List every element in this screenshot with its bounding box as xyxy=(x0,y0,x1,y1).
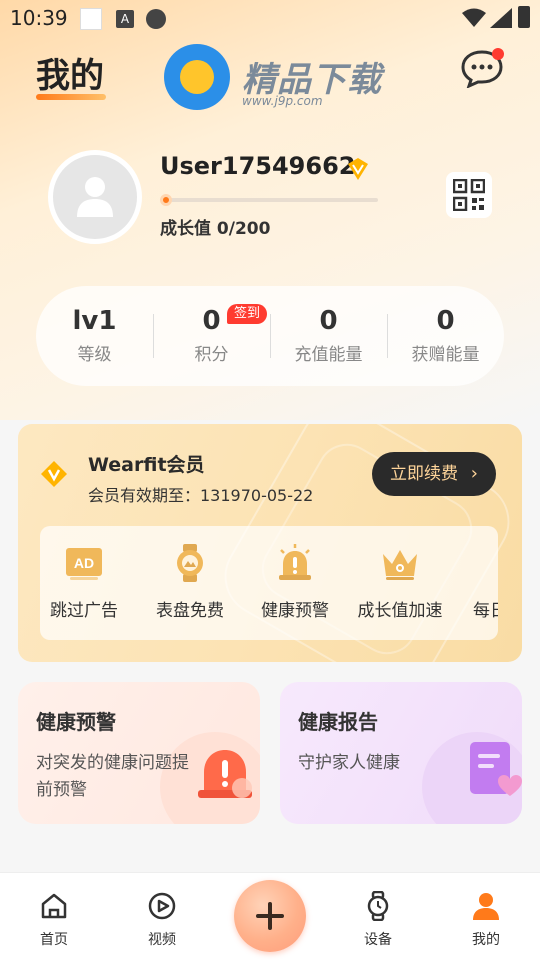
circle-notification-icon xyxy=(146,9,166,29)
card-title: 健康报告 xyxy=(298,710,378,734)
tab-label: 我的 xyxy=(472,932,500,948)
tab-label: 首页 xyxy=(40,932,68,948)
status-time: 10:39 xyxy=(10,6,68,30)
growth-progress-indicator xyxy=(160,194,172,206)
user-placeholder-icon xyxy=(77,177,113,217)
plus-icon xyxy=(256,902,284,930)
stat-label: 获赠能量 xyxy=(411,345,480,365)
benefit-free-watch-face[interactable]: 表盘免费 xyxy=(138,544,242,621)
stat-label: 充值能量 xyxy=(294,345,363,365)
stat-label: 等级 xyxy=(77,345,112,365)
benefit-label: 表盘免费 xyxy=(156,601,224,621)
tab-video[interactable]: 视频 xyxy=(122,891,202,949)
benefit-growth-boost[interactable]: 成长值加速 xyxy=(348,544,452,621)
stat-value: lv1 xyxy=(72,306,117,336)
a-notification-icon: A xyxy=(116,10,134,28)
benefit-label: 跳过广告 xyxy=(50,601,118,621)
add-button[interactable] xyxy=(234,880,306,952)
stat-recharge-energy[interactable]: 0 充值能量 xyxy=(270,306,387,365)
qr-code-icon xyxy=(453,179,485,211)
tab-mine[interactable]: 我的 xyxy=(446,891,526,949)
stat-level[interactable]: lv1 等级 xyxy=(36,306,153,365)
stat-gift-energy[interactable]: 0 获赠能量 xyxy=(387,306,504,365)
renew-button[interactable]: 立即续费 › xyxy=(372,452,496,496)
member-vip-icon xyxy=(41,461,67,487)
stat-value: 0 xyxy=(436,306,455,336)
vip-badge-icon xyxy=(348,158,368,180)
health-warning-card[interactable]: 健康预警 对突发的健康问题提前预警 xyxy=(18,682,260,824)
stat-value: 0 xyxy=(319,306,338,336)
member-expiry: 会员有效期至：131970-05-22 xyxy=(88,486,314,505)
tab-label: 设备 xyxy=(364,932,392,948)
chevron-right-icon: › xyxy=(470,463,478,484)
qr-code-button[interactable] xyxy=(446,172,492,218)
stats-card: lv1 等级 0 积分 0 充值能量 0 获赠能量 xyxy=(36,286,504,386)
benefit-label: 成长值加速 xyxy=(357,601,443,621)
card-title: 健康预警 xyxy=(36,710,116,734)
card-description: 守护家人健康 xyxy=(298,753,400,773)
stat-label: 积分 xyxy=(194,345,229,365)
benefit-daily[interactable]: 每日 xyxy=(453,544,498,621)
battery-icon xyxy=(518,6,530,28)
title-underline xyxy=(36,94,106,100)
growth-progress-track xyxy=(162,198,378,202)
avatar[interactable] xyxy=(48,150,142,244)
unread-dot xyxy=(492,48,504,60)
wifi-icon xyxy=(462,8,486,27)
benefit-label: 健康预警 xyxy=(261,601,329,621)
coins-icon xyxy=(491,544,498,582)
username: User17549662 xyxy=(160,152,356,180)
video-icon xyxy=(148,892,176,920)
signin-badge[interactable]: 签到 xyxy=(227,304,267,324)
logo-mark-icon xyxy=(164,44,230,110)
health-report-card[interactable]: 健康报告 守护家人健康 xyxy=(280,682,522,824)
alarm-icon xyxy=(279,544,311,580)
logo-url: www.j9p.com xyxy=(242,94,323,108)
ad-icon-text: AD xyxy=(74,555,94,571)
page-title: 我的 xyxy=(36,56,104,96)
user-icon xyxy=(473,893,499,920)
home-icon xyxy=(41,893,67,919)
notification-icon xyxy=(80,8,102,30)
benefit-skip-ads[interactable]: AD 跳过广告 xyxy=(40,544,136,621)
growth-value: 成长值 0/200 xyxy=(160,219,271,239)
logo: 精品下载 www.j9p.com xyxy=(164,44,394,120)
member-benefits: AD 跳过广告 表盘免费 健康预警 成长值加速 每 xyxy=(40,526,498,640)
tab-label: 视频 xyxy=(148,932,176,948)
tab-device[interactable]: 设备 xyxy=(338,890,418,949)
member-title: Wearfit会员 xyxy=(88,454,205,476)
watch-icon xyxy=(367,890,389,922)
benefit-health-warning[interactable]: 健康预警 xyxy=(243,544,347,621)
siren-icon xyxy=(198,750,252,798)
tab-home[interactable]: 首页 xyxy=(14,891,94,949)
status-bar: 10:39 A xyxy=(0,0,540,36)
report-icon xyxy=(470,742,522,796)
renew-label: 立即续费 xyxy=(390,464,458,484)
benefit-label: 每日 xyxy=(473,601,498,621)
watch-face-icon xyxy=(177,544,203,582)
card-description: 对突发的健康问题提前预警 xyxy=(36,753,189,800)
ad-icon: AD xyxy=(66,548,102,580)
signal-icon xyxy=(490,8,512,28)
crown-icon xyxy=(383,550,417,580)
